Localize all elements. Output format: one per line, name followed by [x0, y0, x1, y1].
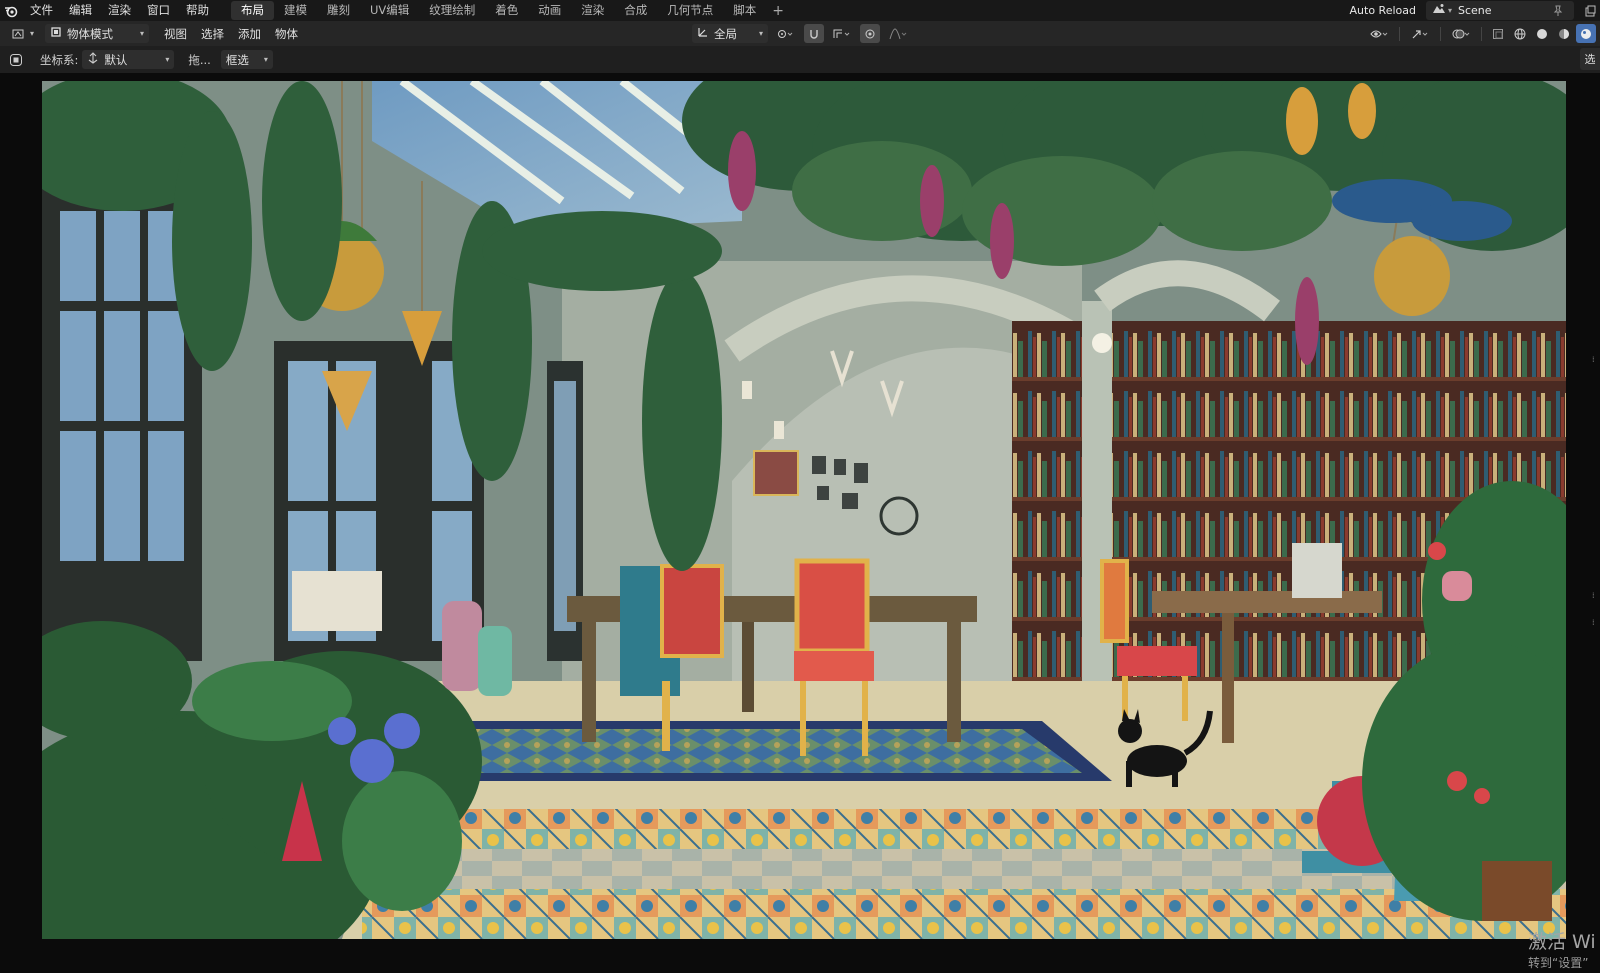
material-shading-icon[interactable] [1554, 24, 1574, 43]
menu-select[interactable]: 选择 [194, 26, 231, 42]
sidebar-toggle-tab[interactable]: 选 [1580, 48, 1600, 70]
object-mode-icon [50, 26, 62, 41]
chevron-down-icon: ▾ [165, 55, 170, 64]
pivot-point-icon[interactable] [772, 24, 800, 43]
scene-icon [1432, 3, 1446, 18]
menu-add[interactable]: 添加 [231, 26, 268, 42]
auto-reload-label[interactable]: Auto Reload [1340, 4, 1426, 17]
editor-type-dropdown[interactable]: ▾ [6, 24, 39, 43]
tab-uv-editing[interactable]: UV编辑 [360, 1, 419, 20]
coordinate-system-dropdown[interactable]: 默认 ▾ [82, 50, 175, 69]
coordinate-system-label: 坐标系: [40, 52, 79, 67]
top-menubar: 文件 编辑 渲染 窗口 帮助 布局 建模 雕刻 UV编辑 纹理绘制 着色 动画 … [0, 0, 1600, 21]
select-mode-value: 框选 [225, 52, 249, 67]
active-tool-icon[interactable] [6, 50, 26, 69]
tab-modeling[interactable]: 建模 [274, 1, 317, 20]
orientation-icon [697, 26, 709, 41]
tool-settings-bar: 坐标系: 默认 ▾ 拖... 框选 ▾ [0, 46, 1600, 73]
tab-texture-paint[interactable]: 纹理绘制 [419, 1, 485, 20]
select-mode-dropdown[interactable]: 框选 ▾ [220, 50, 273, 69]
region-edge-marker: ⁞ [1592, 355, 1595, 364]
drag-label: 拖... [188, 52, 211, 67]
gizmo-icon[interactable] [1406, 24, 1434, 43]
tab-layout[interactable]: 布局 [231, 1, 274, 20]
snap-target-icon[interactable] [828, 24, 856, 43]
scene-name[interactable]: Scene [1458, 4, 1548, 17]
tab-compositing[interactable]: 合成 [614, 1, 657, 20]
editor-type-icon [12, 29, 24, 38]
divider [1399, 26, 1400, 41]
scene-selector[interactable]: ▾ Scene [1425, 1, 1574, 20]
tab-rendering[interactable]: 渲染 [571, 1, 614, 20]
menu-help[interactable]: 帮助 [178, 0, 217, 21]
solid-shading-icon[interactable] [1532, 24, 1552, 43]
mode-dropdown[interactable]: 物体模式 ▾ [45, 24, 150, 43]
activate-windows-watermark: 激活 Wi 转到“设置” [1528, 927, 1600, 971]
watermark-line-2: 转到“设置” [1528, 956, 1589, 970]
falloff-icon[interactable] [884, 24, 912, 43]
render-preview[interactable] [42, 81, 1566, 939]
transform-controls: 全局 ▾ [692, 24, 912, 43]
viewport-header: ▾ 物体模式 ▾ 视图 选择 添加 物体 全局 ▾ [0, 21, 1600, 46]
menu-view[interactable]: 视图 [157, 26, 194, 42]
xray-icon[interactable] [1488, 24, 1508, 43]
transform-axes-icon [87, 52, 99, 67]
menu-edit[interactable]: 编辑 [61, 0, 100, 21]
snap-icon[interactable] [804, 24, 824, 43]
3d-viewport[interactable]: ⁞ ⁞ ⁞ 激活 Wi 转到“设置” [0, 73, 1600, 973]
overlays-icon[interactable] [1447, 24, 1475, 43]
chevron-down-icon: ▾ [30, 29, 35, 38]
chevron-down-icon: ▾ [140, 29, 145, 38]
tab-sculpting[interactable]: 雕刻 [317, 1, 360, 20]
mode-label: 物体模式 [67, 26, 114, 41]
menu-render[interactable]: 渲染 [100, 0, 139, 21]
divider [1481, 26, 1482, 41]
add-workspace-icon[interactable]: + [766, 3, 790, 19]
divider [1440, 26, 1441, 41]
tab-scripting[interactable]: 脚本 [723, 1, 766, 20]
orientation-dropdown[interactable]: 全局 ▾ [692, 24, 768, 43]
chevron-down-icon: ▾ [1447, 6, 1452, 15]
topbar-right: Auto Reload ▾ Scene [1340, 0, 1600, 21]
menu-file[interactable]: 文件 [22, 0, 61, 21]
chevron-down-icon: ▾ [758, 29, 763, 38]
coordinate-system-value: 默认 [104, 52, 128, 67]
viewport-display-controls [1365, 24, 1596, 43]
new-scene-icon[interactable] [1580, 1, 1600, 20]
proportional-edit-icon[interactable] [860, 24, 880, 43]
watermark-line-1: 激活 Wi [1528, 931, 1596, 953]
pin-icon[interactable] [1548, 1, 1568, 20]
region-edge-marker: ⁞ [1592, 618, 1595, 627]
menu-window[interactable]: 窗口 [139, 0, 178, 21]
visibility-icon[interactable] [1365, 24, 1393, 43]
orientation-label: 全局 [714, 26, 737, 41]
chevron-down-icon: ▾ [263, 55, 268, 64]
wireframe-shading-icon[interactable] [1510, 24, 1530, 43]
tab-animation[interactable]: 动画 [528, 1, 571, 20]
rendered-shading-icon[interactable] [1576, 24, 1596, 43]
tab-shading[interactable]: 着色 [485, 1, 528, 20]
workspace-tabs: 布局 建模 雕刻 UV编辑 纹理绘制 着色 动画 渲染 合成 几何节点 脚本 + [231, 0, 790, 21]
menu-object[interactable]: 物体 [268, 26, 305, 42]
tab-geometry-nodes[interactable]: 几何节点 [657, 1, 723, 20]
rendered-scene-image [42, 81, 1566, 939]
blender-logo-icon[interactable] [0, 0, 22, 21]
region-edge-marker: ⁞ [1592, 591, 1595, 600]
